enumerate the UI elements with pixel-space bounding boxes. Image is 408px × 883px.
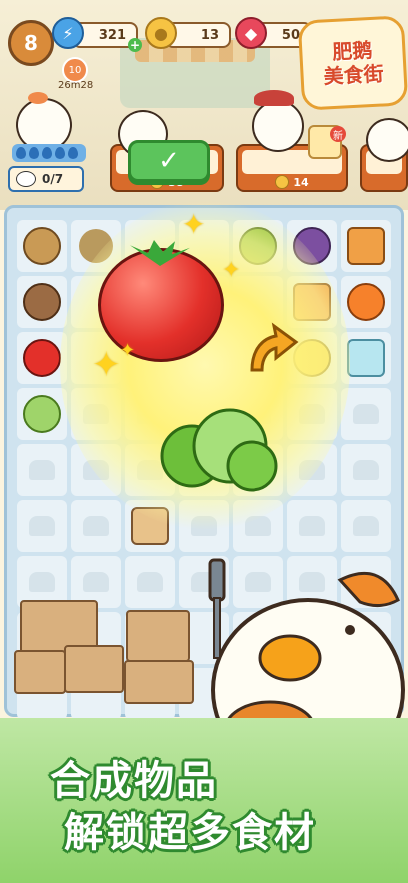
board-cell[interactable]	[341, 276, 391, 328]
drop-icon	[29, 147, 39, 159]
slogan-line-2: 解锁超多食材	[64, 810, 316, 856]
arrow-up-icon	[250, 322, 299, 372]
locked-cell	[17, 444, 67, 496]
order-progress[interactable]: 0/7	[8, 166, 84, 192]
locked-cell	[17, 500, 67, 552]
mushroom-icon	[23, 283, 61, 321]
drop-icon	[68, 147, 78, 159]
coin-icon: ●	[145, 17, 177, 49]
drop-icon	[42, 147, 52, 159]
goose-customer-3[interactable]	[252, 100, 304, 152]
board-cell[interactable]	[17, 276, 67, 328]
goose-customer-4[interactable]	[366, 118, 408, 162]
sparkle-icon: ✦	[92, 345, 121, 385]
timer-text: 26m28	[58, 80, 94, 91]
slogan-line-1: 合成物品	[50, 758, 218, 804]
new-badge: 新	[330, 126, 346, 142]
scallion-icon	[23, 395, 61, 433]
serve-check-button[interactable]: ✓	[128, 140, 210, 182]
logo-line-2: 美食街	[323, 61, 385, 89]
timer-count: 10	[68, 64, 82, 76]
level-number: 8	[24, 31, 38, 55]
board-cell[interactable]	[341, 220, 391, 272]
lightning-icon: ⚡	[52, 17, 84, 49]
logo-line-1: 肥鹅	[331, 37, 373, 65]
locked-cell	[71, 500, 121, 552]
coin-icon	[275, 175, 290, 189]
game-logo: 肥鹅 美食街	[297, 15, 408, 111]
jar-icon	[347, 227, 385, 265]
crate-icon[interactable]	[64, 645, 124, 693]
energy-value: 321	[98, 27, 126, 43]
locked-cell	[341, 388, 391, 440]
sparkle-icon: ✦	[222, 258, 241, 283]
water-drops	[12, 144, 86, 162]
drop-icon	[55, 147, 65, 159]
coin-value: 13	[200, 27, 219, 43]
board-cell[interactable]	[17, 220, 67, 272]
player-level-badge[interactable]: 8	[8, 20, 54, 66]
order-reward: 14	[293, 175, 309, 189]
board-cell[interactable]	[17, 388, 67, 440]
gem-icon: ◆	[235, 17, 267, 49]
ice-icon	[347, 339, 385, 377]
sparkle-icon: ✦	[182, 208, 206, 241]
add-energy-button[interactable]: +	[128, 38, 142, 52]
goose-icon	[16, 171, 36, 187]
drop-icon	[16, 147, 26, 159]
crate-icon[interactable]	[14, 650, 66, 694]
basket-icon	[23, 227, 61, 265]
order-progress-text: 0/7	[42, 172, 64, 186]
gem-value: 50	[281, 27, 300, 43]
new-badge-text: 新	[333, 130, 343, 142]
tomato-icon	[23, 339, 61, 377]
locked-cell	[125, 556, 175, 608]
sparkle-icon: ✦	[120, 340, 136, 361]
lettuce-icon[interactable]	[152, 398, 280, 498]
orange-hat-icon	[28, 92, 48, 104]
red-hat-icon	[254, 90, 294, 106]
locked-cell	[341, 444, 391, 496]
orange-icon	[347, 283, 385, 321]
